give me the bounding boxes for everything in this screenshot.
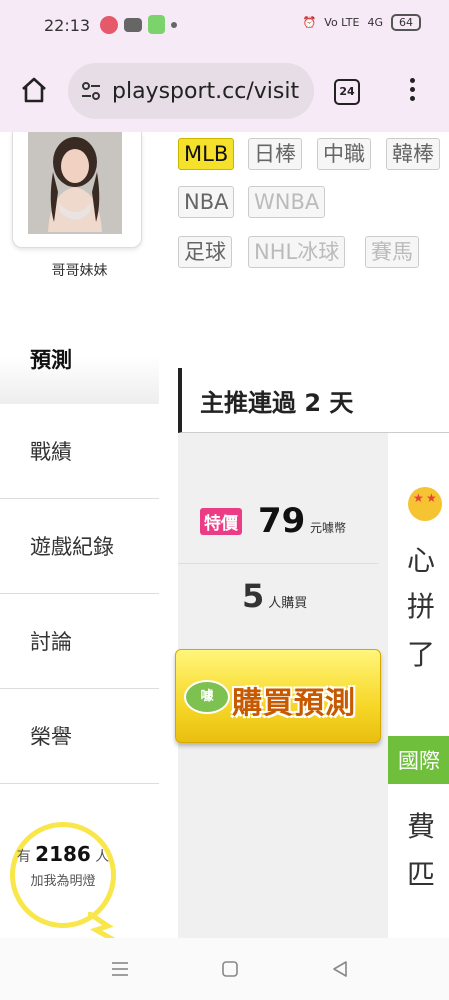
nav-item-game-log[interactable]: 遊戲紀錄	[0, 499, 159, 594]
buyer-count-label: 人購買	[268, 596, 308, 611]
avatar-card[interactable]	[12, 132, 142, 248]
avatar-photo	[28, 132, 122, 234]
league-tab-cpbl[interactable]: 中職	[317, 138, 371, 170]
league-tab-wnba[interactable]: WNBA	[248, 186, 326, 218]
address-bar[interactable]: playsport.cc/visit	[68, 63, 314, 119]
home-nav-icon[interactable]	[221, 960, 239, 978]
fan-prefix: 有	[16, 849, 31, 865]
league-tab-nba[interactable]: NBA	[178, 186, 235, 218]
avatar	[28, 132, 122, 234]
tab-switcher-button[interactable]: 24	[334, 79, 360, 105]
buy-prediction-button[interactable]: 噱 購買預測	[175, 649, 381, 743]
buy-prediction-label: 購買預測	[232, 686, 356, 721]
lightbulb-base-icon	[88, 912, 116, 938]
nav-item-label: 預測	[30, 348, 72, 372]
preview-text: 心	[407, 544, 436, 577]
status-time: 22:13	[44, 16, 91, 35]
status-bar: 22:13 ⏰ Vo LTE 4G 64	[0, 0, 449, 52]
system-icons: ⏰ Vo LTE 4G 64	[303, 14, 421, 31]
price-unit: 元噱幣	[310, 521, 347, 535]
league-tab-mlb[interactable]: MLB	[178, 138, 235, 170]
nav-item-label: 戰績	[30, 440, 72, 464]
browser-toolbar: playsport.cc/visit 24	[0, 52, 449, 132]
price-box: 特價 79 元噱幣	[178, 473, 378, 563]
recent-apps-icon[interactable]	[110, 960, 130, 978]
nav-item-record[interactable]: 戰績	[0, 404, 159, 499]
preview-text: 拼	[407, 590, 436, 623]
category-label: 國際	[398, 749, 440, 773]
sidebar: 哥哥妹妹 預測 戰績 遊戲紀錄 討論 榮譽 有 2186 人 加我為明燈	[0, 132, 159, 938]
league-tab-nhl[interactable]: NHL冰球	[248, 236, 346, 268]
app-notification-icon	[148, 15, 165, 34]
home-icon[interactable]	[18, 74, 50, 106]
preview-text: 了	[407, 638, 436, 671]
app-notification-icon	[100, 15, 118, 34]
system-nav-bar	[0, 938, 449, 1000]
pick-header-title: 主推連過 2 天	[200, 389, 354, 417]
battery-level: 64	[391, 14, 421, 31]
youtube-icon	[124, 17, 142, 32]
nav-item-label: 遊戲紀錄	[30, 535, 114, 559]
username[interactable]: 哥哥妹妹	[0, 260, 159, 280]
fan-count: 2186	[35, 842, 91, 866]
category-badge: 國際	[388, 736, 449, 784]
alarm-icon: ⏰	[302, 16, 317, 29]
star-struck-emoji-icon	[408, 487, 442, 521]
main-panel: MLB 日棒 中職 韓棒 NBA WNBA 足球 NHL冰球 賽馬 主推連過 2…	[159, 132, 449, 938]
nav-item-predictions[interactable]: 預測	[0, 308, 159, 404]
preview-text: 費	[407, 810, 436, 843]
league-tab-npb[interactable]: 日棒	[248, 138, 302, 170]
article-preview[interactable]: 心 拼 了 國際 費 匹	[388, 433, 449, 938]
site-settings-icon[interactable]	[80, 80, 102, 102]
back-icon[interactable]	[331, 960, 349, 978]
fan-suffix: 人	[95, 849, 110, 865]
network-label: 4G	[367, 16, 383, 29]
sale-badge: 特價	[200, 508, 242, 535]
more-menu-icon[interactable]	[410, 78, 416, 105]
divider	[178, 563, 378, 564]
pick-header: 主推連過 2 天	[178, 368, 449, 433]
league-tab-horse-racing[interactable]: 賽馬	[365, 236, 419, 268]
more-notifications-icon	[171, 21, 177, 28]
league-tab-soccer[interactable]: 足球	[178, 236, 232, 268]
nav-item-honors[interactable]: 榮譽	[0, 689, 159, 784]
page-content: 哥哥妹妹 預測 戰績 遊戲紀錄 討論 榮譽 有 2186 人 加我為明燈 MLB…	[0, 132, 449, 938]
preview-text: 匹	[407, 858, 436, 891]
follow-cta: 加我為明燈	[30, 874, 96, 889]
follow-lightbulb-button[interactable]: 有 2186 人 加我為明燈	[8, 822, 118, 938]
notification-icons	[100, 15, 177, 34]
nav-item-label: 榮譽	[30, 725, 72, 749]
coin-icon: 噱	[184, 680, 230, 714]
buyer-count-value: 5	[242, 577, 265, 615]
nav-item-label: 討論	[30, 630, 72, 654]
buyer-count: 5 人購買	[242, 577, 307, 615]
volte-label: Vo LTE	[324, 16, 360, 29]
purchase-panel: 特價 79 元噱幣 5 人購買 噱 購買預測	[175, 433, 388, 938]
nav-item-discussion[interactable]: 討論	[0, 594, 159, 689]
url-text: playsport.cc/visit	[112, 78, 300, 104]
price-value: 79	[258, 501, 306, 541]
league-tab-kbo[interactable]: 韓棒	[386, 138, 440, 170]
